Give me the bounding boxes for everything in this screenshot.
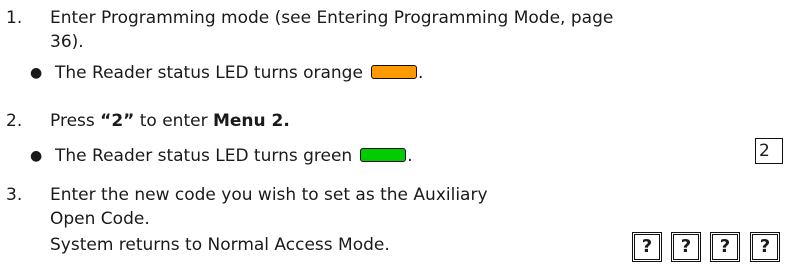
code-key-box: ? [749,231,781,263]
step-1-bullet-end: . [417,63,424,83]
step-2-press-text: Press [50,111,101,131]
step-2-menu: Menu 2. [212,111,290,131]
step-1-bullet-text: The Reader status LED turns orange [55,63,363,83]
code-key-box: ? [709,231,741,263]
bullet-icon: ● [30,65,43,81]
step-2-bullet-text: The Reader status LED turns green [55,146,353,166]
step-2-text: Press “2” to enter Menu 2. [50,109,290,133]
step-2-bullet-end: . [407,146,413,166]
step-3-number: 3. [6,185,23,205]
step-2-number: 2. [6,111,23,131]
step-2-bullet: The Reader status LED turns green. [55,144,413,168]
step-3-text-line-3: System returns to Normal Access Mode. [50,235,390,255]
code-key-box: ? [670,231,702,263]
bullet-icon: ● [30,148,43,164]
step-2-mid-text: to enter [134,111,213,131]
code-key-box: ? [631,231,663,263]
green-led-icon [360,148,407,162]
step-1-text-line-1: Enter Programming mode (see Entering Pro… [50,8,614,28]
menu-2-key-box: 2 [755,138,783,164]
step-1-number: 1. [6,8,23,28]
step-2-key: “2” [100,111,135,131]
step-3-text-line-2: Open Code. [50,209,150,229]
step-3-text-line-1: Enter the new code you wish to set as th… [50,185,488,205]
step-1-bullet: The Reader status LED turns orange. [55,61,423,85]
orange-led-icon [370,65,417,79]
step-1-text-line-2: 36). [50,32,84,52]
